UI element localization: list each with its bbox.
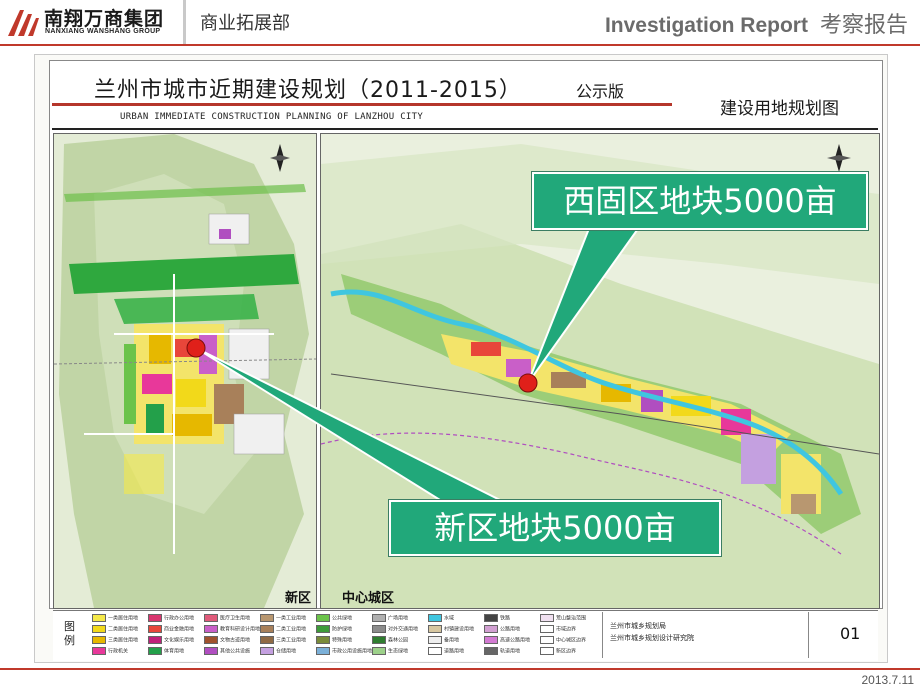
slide-date: 2013.7.11 <box>861 673 915 687</box>
new-district-callout-pointer <box>195 347 501 501</box>
west-callout-pointer <box>527 225 642 384</box>
callout-pointers <box>186 225 642 501</box>
west-parcel-marker <box>518 373 538 393</box>
new-district-parcel-callout: 新区地块5000亩 <box>389 500 721 556</box>
footer-divider <box>0 668 920 670</box>
west-parcel-callout: 西固区地块5000亩 <box>532 172 868 230</box>
new-district-parcel-marker <box>186 338 206 358</box>
